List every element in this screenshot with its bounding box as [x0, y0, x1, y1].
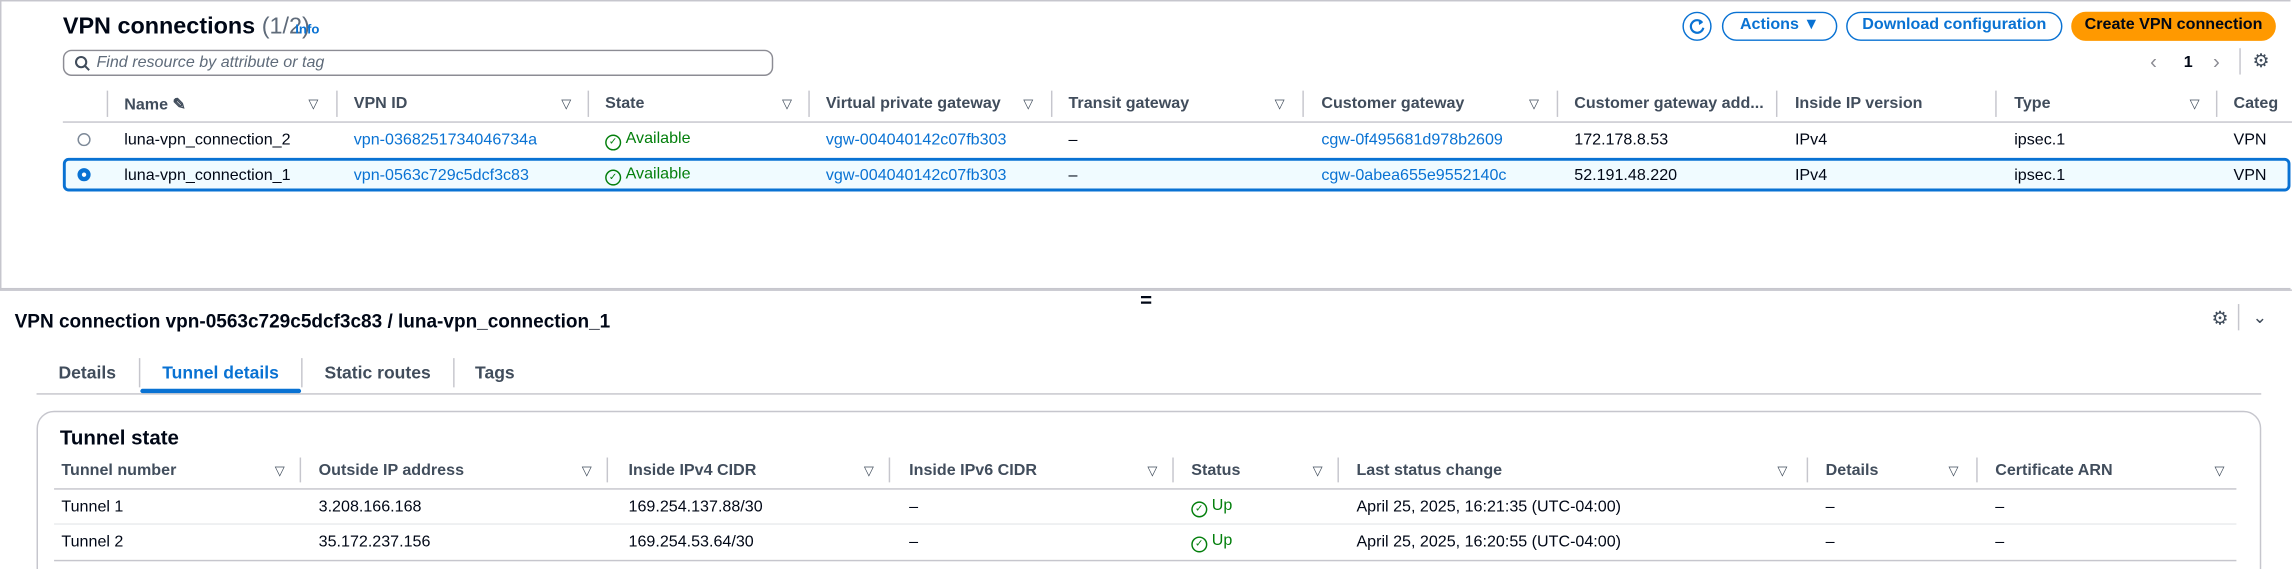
filter-icon[interactable]: ▽ [308, 96, 318, 112]
edit-pencil-icon: ✎ [172, 96, 187, 115]
tgw-cell: – [1068, 131, 1078, 150]
outside-ip: 3.208.166.168 [318, 498, 422, 516]
column-header-certificate-arn[interactable]: Certificate ARN [1995, 462, 2112, 480]
search-icon [74, 55, 90, 71]
tunnel-number: Tunnel 1 [61, 498, 124, 516]
details-cell: – [1825, 498, 1835, 516]
card-title: Tunnel state [59, 425, 179, 449]
column-header-last-status-change[interactable]: Last status change [1356, 462, 1502, 480]
status-badge: ✓ Up [1191, 497, 1232, 518]
cgw-link[interactable]: cgw-0abea655e9552140c [1321, 167, 1506, 185]
actions-dropdown[interactable]: Actions ▼ [1721, 11, 1838, 41]
refresh-button[interactable] [1682, 11, 1712, 41]
detail-title: VPN connection vpn-0563c729c5dcf3c83 / l… [14, 309, 611, 332]
column-header-status[interactable]: Status [1191, 462, 1240, 480]
last-status-change: April 25, 2025, 16:21:35 (UTC-04:00) [1356, 498, 1622, 516]
column-header-cgw[interactable]: Customer gateway [1321, 95, 1464, 113]
type-cell: ipsec.1 [2014, 131, 2066, 150]
cgw-address-cell: 52.191.48.220 [1574, 166, 1678, 185]
inside-ipv4: 169.254.53.64/30 [628, 533, 754, 552]
ip-version-cell: IPv4 [1794, 166, 1828, 185]
filter-icon[interactable]: ▽ [1313, 463, 1323, 479]
name-cell: luna-vpn_connection_1 [124, 166, 291, 185]
create-vpn-connection-button[interactable]: Create VPN connection [2071, 11, 2276, 41]
filter-icon[interactable]: ▽ [1948, 463, 1958, 479]
last-status-change: April 25, 2025, 16:20:55 (UTC-04:00) [1356, 533, 1622, 552]
certificate-arn: – [1995, 533, 2005, 552]
filter-icon[interactable]: ▽ [561, 96, 571, 112]
tab-tags[interactable]: Tags [475, 363, 515, 383]
column-header-vpn-id[interactable]: VPN ID [354, 95, 408, 113]
column-header-inside-ip-version[interactable]: Inside IP version [1795, 95, 1923, 113]
tunnel-number: Tunnel 2 [61, 533, 124, 552]
row-radio[interactable] [77, 168, 91, 182]
column-header-category[interactable]: Categ [2233, 95, 2278, 113]
status-badge: ✓ Up [1191, 532, 1232, 553]
column-header-inside-ipv4[interactable]: Inside IPv4 CIDR [629, 462, 757, 480]
cgw-address-cell: 172.178.8.53 [1574, 131, 1669, 150]
vgw-link[interactable]: vgw-004040142c07fb303 [826, 167, 1007, 185]
vpn-id-link[interactable]: vpn-0563c729c5dcf3c83 [354, 167, 529, 185]
column-header-inside-ipv6[interactable]: Inside IPv6 CIDR [909, 462, 1037, 480]
column-header-tunnel-number[interactable]: Tunnel number [61, 462, 176, 480]
column-header-outside-ip[interactable]: Outside IP address [319, 462, 464, 480]
download-configuration-button[interactable]: Download configuration [1846, 11, 2063, 41]
inside-ipv6: – [909, 498, 919, 516]
column-header-type[interactable]: Type [2014, 95, 2050, 113]
vpn-connections-panel [0, 0, 2291, 290]
ip-version-cell: IPv4 [1794, 131, 1828, 150]
tab-details[interactable]: Details [58, 363, 116, 383]
panel-resize-handle[interactable]: = [1140, 288, 1152, 311]
tab-static-routes[interactable]: Static routes [324, 363, 430, 383]
filter-icon[interactable]: ▽ [275, 463, 285, 479]
category-cell: VPN [2233, 166, 2267, 185]
state-badge: ✓ Available [605, 130, 691, 151]
category-cell: VPN [2233, 131, 2267, 150]
details-cell: – [1825, 533, 1835, 552]
cgw-link[interactable]: cgw-0f495681d978b2609 [1321, 132, 1503, 150]
inside-ipv4: 169.254.137.88/30 [628, 498, 763, 516]
vpn-id-link[interactable]: vpn-0368251734046734a [354, 132, 537, 150]
filter-icon[interactable]: ▽ [782, 96, 792, 112]
filter-icon[interactable]: ▽ [1023, 96, 1033, 112]
row-radio[interactable] [77, 133, 91, 147]
column-header-cgw-address[interactable]: Customer gateway add... [1574, 95, 1763, 113]
check-circle-icon: ✓ [605, 134, 622, 151]
check-circle-icon: ✓ [1191, 536, 1208, 553]
column-header-tgw[interactable]: Transit gateway [1069, 95, 1190, 113]
column-header-details[interactable]: Details [1826, 462, 1879, 480]
filter-icon[interactable]: ▽ [582, 463, 592, 479]
filter-icon[interactable]: ▽ [1275, 96, 1285, 112]
settings-gear-icon[interactable]: ⚙ [2212, 307, 2229, 330]
outside-ip: 35.172.237.156 [318, 533, 431, 552]
name-cell: luna-vpn_connection_2 [124, 131, 291, 150]
info-link[interactable]: Info [295, 22, 319, 37]
current-page[interactable]: 1 [2184, 54, 2193, 72]
column-header-state[interactable]: State [605, 95, 644, 113]
page-title: VPN connections (1/2) [62, 14, 310, 40]
vgw-link[interactable]: vgw-004040142c07fb303 [826, 132, 1007, 150]
column-header-name[interactable]: Name ✎ [124, 95, 186, 114]
filter-icon[interactable]: ▽ [1777, 463, 1787, 479]
type-cell: ipsec.1 [2014, 166, 2066, 185]
filter-icon[interactable]: ▽ [1147, 463, 1157, 479]
certificate-arn: – [1995, 498, 2005, 516]
inside-ipv6: – [909, 533, 919, 552]
next-page-button[interactable]: › [2213, 50, 2220, 73]
filter-icon[interactable]: ▽ [2190, 96, 2200, 112]
collapse-chevron-icon[interactable]: ⌄ [2252, 307, 2267, 327]
filter-icon[interactable]: ▽ [2214, 463, 2224, 479]
refresh-icon [1689, 19, 1705, 34]
tab-tunnel-details[interactable]: Tunnel details [162, 363, 279, 383]
check-circle-icon: ✓ [605, 169, 622, 186]
search-input[interactable]: Find resource by attribute or tag [62, 49, 774, 77]
tgw-cell: – [1068, 166, 1078, 185]
filter-icon[interactable]: ▽ [1529, 96, 1539, 112]
check-circle-icon: ✓ [1191, 501, 1208, 518]
filter-icon[interactable]: ▽ [864, 463, 874, 479]
previous-page-button[interactable]: ‹ [2150, 50, 2157, 73]
column-header-vgw[interactable]: Virtual private gateway [826, 95, 1001, 113]
preferences-gear-icon[interactable]: ⚙ [2252, 50, 2269, 73]
state-badge: ✓ Available [605, 165, 691, 186]
